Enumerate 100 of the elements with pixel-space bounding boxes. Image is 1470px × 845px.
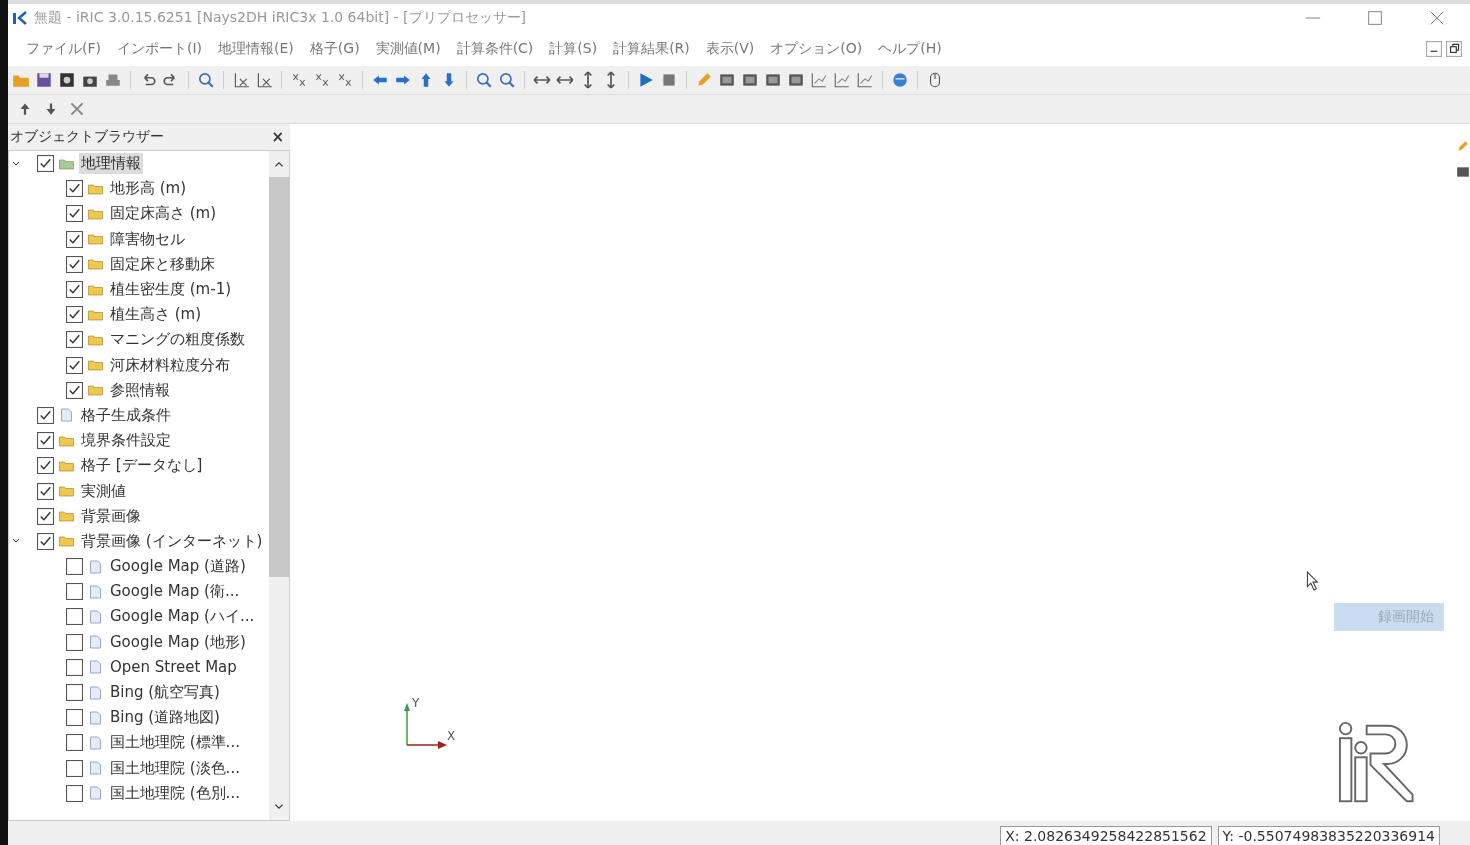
zoom-icon[interactable] — [498, 71, 516, 89]
menu-item[interactable]: 計算条件(C) — [456, 40, 534, 58]
document-icon — [87, 735, 104, 750]
document-icon — [87, 786, 104, 801]
zoom-icon[interactable] — [475, 71, 493, 89]
checkbox[interactable] — [66, 633, 83, 651]
tree-item[interactable]: 固定床と移動床 — [108, 253, 217, 275]
tree-item[interactable]: Bing (航空写真) — [108, 682, 222, 704]
folder-icon — [87, 257, 104, 272]
tree-item[interactable]: 固定床高さ (m) — [108, 203, 219, 225]
tree-item[interactable]: Google Map (ハイ... — [108, 606, 257, 628]
checkbox[interactable] — [66, 180, 83, 198]
tree-item[interactable]: 実測値 — [79, 480, 128, 502]
tree-item[interactable]: Google Map (衛... — [108, 581, 242, 603]
menu-item[interactable]: 実測値(M) — [375, 40, 441, 58]
image-icon[interactable] — [741, 71, 759, 89]
tree-item[interactable]: 河床材料粒度分布 — [108, 354, 232, 376]
checkbox[interactable] — [37, 155, 54, 173]
menu-item[interactable]: 表示(V) — [705, 40, 755, 58]
restore-icon[interactable] — [1446, 41, 1462, 57]
tree-item[interactable]: 障害物セル — [108, 228, 187, 250]
stop-icon[interactable] — [660, 71, 678, 89]
checkbox[interactable] — [37, 482, 54, 500]
tree-item[interactable]: 背景画像 (インターネット) — [79, 530, 265, 552]
tree-item[interactable]: 地形高 (m) — [108, 178, 189, 200]
tree-item[interactable]: 参照情報 — [108, 379, 172, 401]
close-button[interactable]: × — [271, 128, 284, 146]
folder-icon — [58, 509, 75, 524]
checkbox[interactable] — [37, 532, 54, 550]
play-icon[interactable] — [637, 71, 655, 89]
close-icon[interactable] — [1428, 9, 1446, 27]
print-icon[interactable] — [104, 71, 122, 89]
checkbox[interactable] — [66, 658, 83, 676]
axis-icon[interactable] — [255, 71, 273, 89]
y-coordinate: Y: -0.55074983835220336914 — [1217, 826, 1440, 845]
document-icon — [87, 710, 104, 725]
chart-icon[interactable] — [833, 71, 851, 89]
menu-item[interactable]: ファイル(F) — [26, 40, 101, 58]
x-coordinate: X: 2.0826349258422851562 — [1000, 826, 1212, 845]
maximize-icon[interactable] — [1366, 9, 1384, 27]
menu-item[interactable]: インポート(I) — [117, 40, 203, 58]
delete-icon[interactable] — [68, 100, 86, 118]
image-icon[interactable] — [718, 71, 736, 89]
save-icon[interactable] — [35, 71, 53, 89]
checkbox[interactable] — [66, 684, 83, 702]
tree-item[interactable]: 格子 [データなし] — [79, 455, 205, 477]
tree-item[interactable]: 植生密生度 (m-1) — [108, 279, 234, 301]
tree-item[interactable]: Open Street Map — [108, 657, 239, 678]
image-icon[interactable] — [764, 71, 782, 89]
checkbox[interactable] — [66, 281, 83, 299]
checkbox[interactable] — [66, 381, 83, 399]
checkbox[interactable] — [37, 457, 54, 475]
checkbox[interactable] — [66, 255, 83, 273]
checkbox[interactable] — [66, 356, 83, 374]
tree-item[interactable]: 地理情報 — [79, 153, 143, 175]
checkbox[interactable] — [66, 558, 83, 576]
tree-item[interactable]: 植生高さ (m) — [108, 304, 204, 326]
checkbox[interactable] — [66, 608, 83, 626]
document-icon — [87, 635, 104, 650]
tree-item[interactable]: 格子生成条件 — [79, 404, 173, 426]
tree-item[interactable]: Bing (道路地図) — [108, 707, 222, 729]
tree-item[interactable]: 国土地理院 (淡色... — [108, 757, 242, 779]
chart-icon[interactable] — [810, 71, 828, 89]
axis-icon[interactable] — [232, 71, 250, 89]
scrollbar-thumb[interactable] — [269, 177, 289, 577]
document-icon — [58, 408, 75, 423]
image-icon[interactable] — [1456, 165, 1470, 179]
checkbox[interactable] — [66, 583, 83, 601]
menu-item[interactable]: 地理情報(E) — [218, 40, 294, 58]
checkbox[interactable] — [66, 784, 83, 802]
checkbox[interactable] — [66, 734, 83, 752]
folder-icon — [87, 181, 104, 196]
tree-item[interactable]: 背景画像 — [79, 505, 143, 527]
checkbox[interactable] — [37, 406, 54, 424]
tree-item[interactable]: マニングの粗度係数 — [108, 329, 247, 351]
checkbox[interactable] — [66, 759, 83, 777]
checkbox[interactable] — [66, 205, 83, 223]
folder-icon — [58, 484, 75, 499]
menu-item[interactable]: ヘルプ(H) — [878, 40, 942, 58]
zoom-icon[interactable] — [197, 71, 215, 89]
minimize-icon[interactable] — [1426, 41, 1442, 57]
tree-item[interactable]: 境界条件設定 — [79, 430, 173, 452]
checkbox[interactable] — [66, 709, 83, 727]
folder-icon — [87, 206, 104, 221]
tree-item[interactable]: Google Map (地形) — [108, 631, 248, 653]
checkbox[interactable] — [37, 432, 54, 450]
image-icon[interactable] — [787, 71, 805, 89]
axis-label: X — [447, 729, 456, 743]
menu-item[interactable]: 計算結果(R) — [613, 40, 690, 58]
menu-item[interactable]: オプション(O) — [770, 40, 863, 58]
checkbox[interactable] — [66, 306, 83, 324]
checkbox[interactable] — [66, 230, 83, 248]
menu-item[interactable]: 計算(S) — [549, 40, 598, 58]
checkbox[interactable] — [37, 507, 54, 525]
chart-icon[interactable] — [856, 71, 874, 89]
menu-item[interactable]: 格子(G) — [309, 40, 360, 58]
tree-item[interactable]: 国土地理院 (色別... — [108, 782, 242, 804]
tree-item[interactable]: Google Map (道路) — [108, 556, 248, 578]
checkbox[interactable] — [66, 331, 83, 349]
tree-item[interactable]: 国土地理院 (標準... — [108, 732, 242, 754]
